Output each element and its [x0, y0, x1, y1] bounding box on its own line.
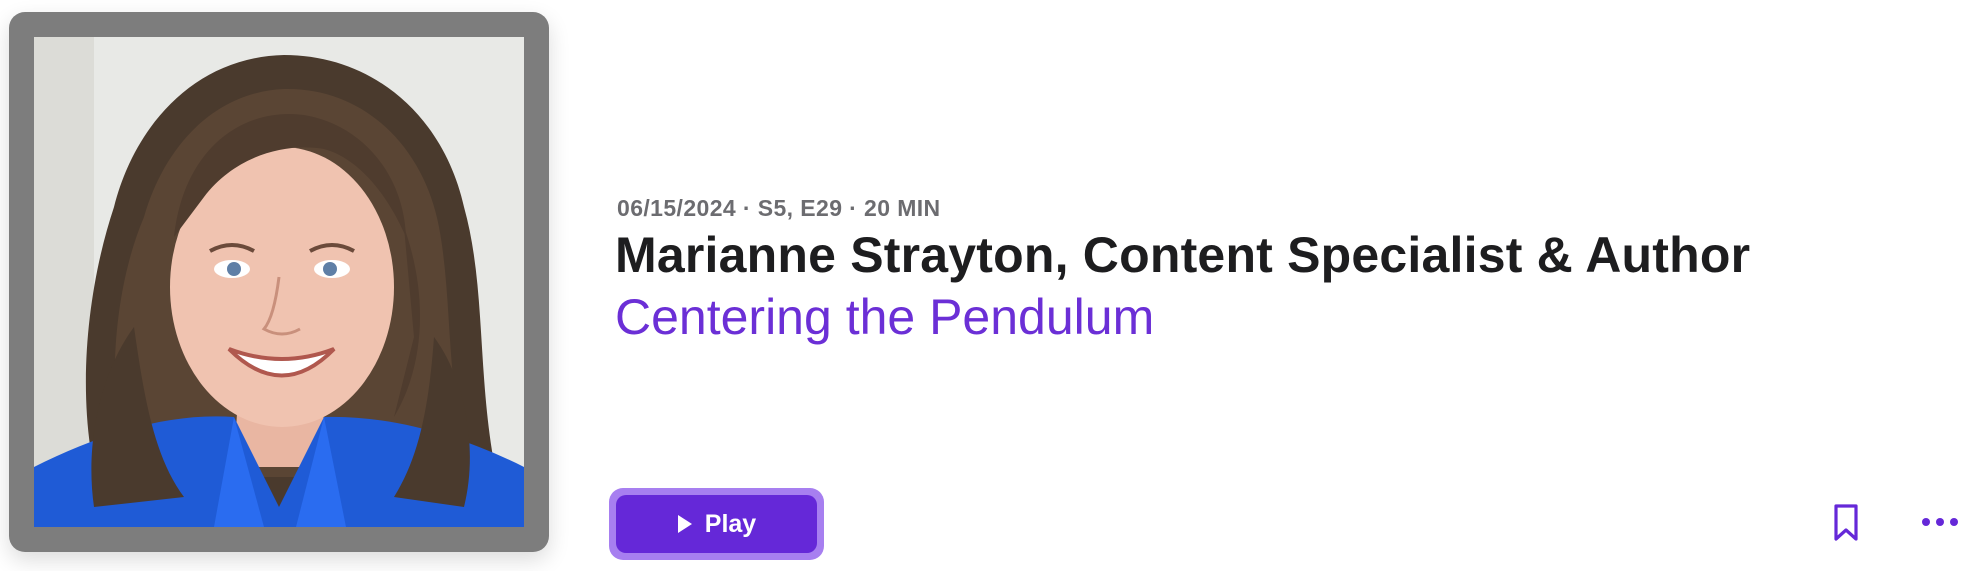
show-name-link[interactable]: Centering the Pendulum — [615, 288, 1154, 346]
play-button[interactable]: Play — [616, 495, 817, 553]
bookmark-icon[interactable] — [1831, 503, 1861, 543]
episode-header: 06/15/2024 · S5, E29 · 20 MIN Marianne S… — [0, 0, 1970, 571]
more-icon[interactable] — [1920, 510, 1960, 534]
guest-photo — [34, 37, 524, 527]
episode-artwork — [9, 12, 549, 552]
episode-meta: 06/15/2024 · S5, E29 · 20 MIN — [617, 195, 941, 221]
play-button-label: Play — [704, 509, 757, 538]
play-icon — [677, 514, 693, 534]
episode-title: Marianne Strayton, Content Specialist & … — [615, 227, 1751, 283]
